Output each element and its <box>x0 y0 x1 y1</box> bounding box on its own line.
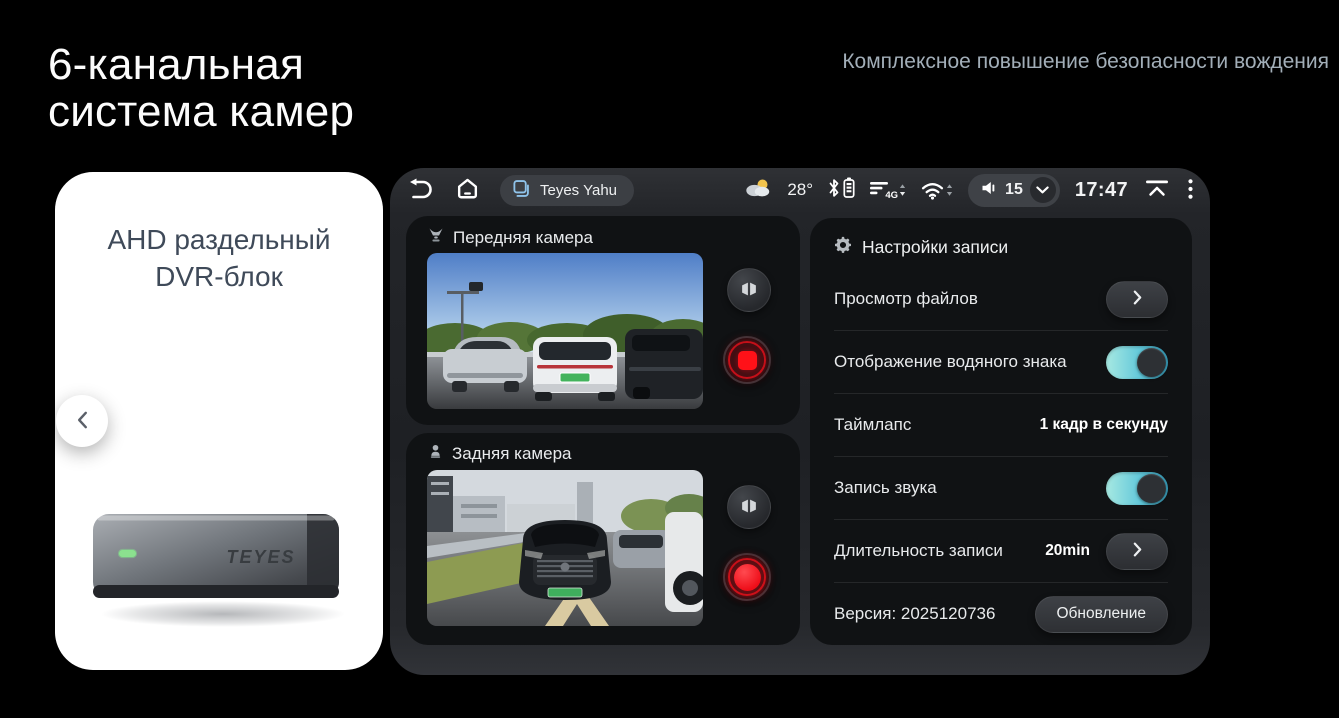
recent-app-pill[interactable]: Teyes Yahu <box>500 175 634 206</box>
volume-control[interactable]: 15 <box>968 174 1060 207</box>
front-camera-photo <box>427 253 703 409</box>
rear-camera-photo <box>427 470 703 626</box>
page: 6-канальная система камер Комплексное по… <box>0 0 1339 718</box>
wifi-icon <box>921 181 953 200</box>
front-camera-header: Передняя камера <box>428 227 593 248</box>
chevron-right-icon <box>1133 542 1142 560</box>
setting-row-timelapse[interactable]: Таймлапс 1 кадр в секунду <box>834 393 1168 456</box>
mobile-signal-icon: 4G <box>870 181 906 199</box>
product-title-line2: DVR-блок <box>155 261 283 292</box>
rear-camera-feed[interactable] <box>427 470 703 626</box>
battery-icon <box>843 177 855 203</box>
back-button[interactable] <box>405 176 435 205</box>
product-card-title: AHD раздельный DVR-блок <box>55 222 383 296</box>
speaker-icon <box>980 179 998 202</box>
gear-icon <box>834 236 852 259</box>
record-ring <box>728 341 766 379</box>
settings-title: Настройки записи <box>862 237 1008 258</box>
watermark-toggle[interactable] <box>1106 346 1168 379</box>
front-camera-feed[interactable] <box>427 253 703 409</box>
timelapse-label: Таймлапс <box>834 415 911 435</box>
rear-camera-header: Задняя камера <box>428 444 571 464</box>
back-icon <box>407 178 433 203</box>
recents-icon <box>510 178 531 203</box>
volume-level: 15 <box>1005 181 1023 199</box>
toggle-knob <box>1137 474 1166 503</box>
setting-row-version: Версия: 2025120736 Обновление <box>834 582 1168 645</box>
data-activity-arrows <box>899 183 906 197</box>
start-recording-icon <box>734 564 761 591</box>
update-button[interactable]: Обновление <box>1035 596 1169 633</box>
app-name: Teyes Yahu <box>540 182 617 199</box>
rear-camera-record-button[interactable] <box>723 553 771 601</box>
front-camera-title: Передняя камера <box>453 228 593 248</box>
recording-settings-card: Настройки записи Просмотр файлов Отображ… <box>810 218 1192 645</box>
settings-header: Настройки записи <box>834 218 1168 268</box>
device-brand-text: TEYES <box>226 547 295 567</box>
front-camera-card: Передняя камера <box>406 216 800 425</box>
page-title: 6-канальная система камер <box>48 42 354 135</box>
page-subtitle: Комплексное повышение безопасности вожде… <box>842 50 1329 74</box>
duration-label: Длительность записи <box>834 541 1003 561</box>
head-unit-panel: Teyes Yahu 28° <box>390 168 1210 675</box>
home-icon <box>455 176 480 204</box>
rear-camera-icon <box>428 444 443 464</box>
home-button[interactable] <box>453 174 482 206</box>
record-ring <box>728 558 766 596</box>
flip-camera-icon <box>738 495 760 520</box>
audio-record-label: Запись звука <box>834 478 937 498</box>
setting-row-audio: Запись звука <box>834 456 1168 519</box>
chevron-right-icon <box>1133 290 1142 308</box>
timelapse-value: 1 кадр в секунду <box>1040 416 1168 434</box>
collapse-icon <box>1145 180 1169 200</box>
temperature: 28° <box>787 180 813 200</box>
network-type-label: 4G <box>885 190 898 201</box>
watermark-label: Отображение водяного знака <box>834 352 1067 372</box>
flip-camera-icon <box>738 278 760 303</box>
front-camera-flip-button[interactable] <box>727 268 771 312</box>
audio-record-toggle[interactable] <box>1106 472 1168 505</box>
chevron-left-icon <box>77 411 88 432</box>
rear-camera-title: Задняя камера <box>452 444 571 464</box>
page-title-line2: система камер <box>48 87 354 136</box>
chevron-down-icon[interactable] <box>1030 177 1056 203</box>
stop-recording-icon <box>738 351 757 370</box>
rear-camera-flip-button[interactable] <box>727 485 771 529</box>
collapse-button[interactable] <box>1143 178 1171 202</box>
setting-row-watermark: Отображение водяного знака <box>834 330 1168 393</box>
product-title-line1: AHD раздельный <box>107 224 330 255</box>
duration-button[interactable] <box>1106 533 1168 570</box>
page-title-line1: 6-канальная <box>48 40 304 89</box>
device-led <box>119 550 136 557</box>
setting-row-view-files: Просмотр файлов <box>834 268 1168 330</box>
setting-row-duration: Длительность записи 20min <box>834 519 1168 582</box>
status-bar: Teyes Yahu 28° <box>390 168 1210 212</box>
version-label: Версия: 2025120736 <box>834 604 995 624</box>
rear-camera-card: Задняя камера <box>406 433 800 645</box>
toggle-knob <box>1137 348 1166 377</box>
clock: 17:47 <box>1075 179 1128 202</box>
bluetooth-icon <box>828 178 840 203</box>
kebab-icon <box>1188 179 1193 202</box>
weather-icon <box>744 177 772 204</box>
front-camera-record-button[interactable] <box>723 336 771 384</box>
view-files-button[interactable] <box>1106 281 1168 318</box>
prev-slide-button[interactable] <box>56 395 108 447</box>
front-camera-icon <box>428 227 444 248</box>
dvr-device-image: TEYES <box>83 502 355 632</box>
more-menu-button[interactable] <box>1186 177 1195 204</box>
view-files-label: Просмотр файлов <box>834 289 978 309</box>
duration-value: 20min <box>1045 542 1090 560</box>
wifi-activity-arrows <box>946 183 953 197</box>
